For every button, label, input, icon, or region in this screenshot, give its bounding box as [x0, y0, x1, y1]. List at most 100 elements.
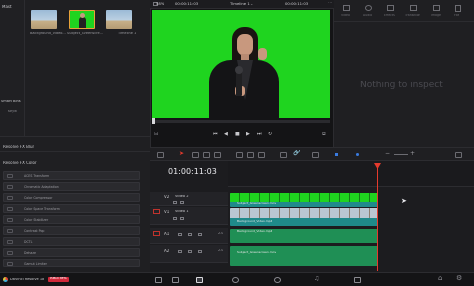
track-header-v1[interactable]: V1 Video 1 — [150, 207, 228, 225]
edit-page-icon[interactable] — [196, 277, 203, 283]
fx-item[interactable]: DCTL — [3, 237, 140, 246]
viewer-frame[interactable] — [152, 10, 330, 118]
timeline-thumbnail[interactable] — [106, 10, 132, 29]
track-header-a2[interactable]: A2 2.0 — [150, 245, 228, 263]
fx-item[interactable]: Color Space Transform — [3, 204, 140, 213]
jump-start-icon[interactable]: ⏮ — [213, 132, 218, 137]
mouse-cursor-icon: ➤ — [401, 198, 407, 205]
program-timecode: 00:00:11:03 — [285, 2, 309, 6]
timeline-view-icon[interactable] — [157, 152, 164, 158]
tab-effects-icon[interactable] — [387, 5, 394, 11]
auto-select-icon[interactable] — [180, 217, 184, 220]
timeline-ruler[interactable] — [228, 161, 474, 187]
link-icon[interactable]: 🔗 — [293, 150, 300, 156]
snapping-icon[interactable] — [280, 152, 287, 158]
timeline-options-icon[interactable] — [455, 152, 462, 158]
solo-icon[interactable] — [188, 233, 192, 236]
position-lock-icon[interactable] — [312, 152, 319, 158]
playhead[interactable] — [377, 163, 378, 271]
fx-section-header[interactable]: Resolve FX Color — [3, 161, 37, 165]
timeline-name[interactable]: Timeline 1 — [230, 2, 250, 6]
media-page-icon[interactable] — [155, 277, 162, 283]
viewer-scrubber[interactable] — [152, 120, 330, 123]
smart-bin-keywords[interactable]: Keyw — [8, 110, 17, 113]
fx-icon — [7, 240, 13, 244]
lock-icon[interactable] — [173, 201, 177, 204]
lock-icon[interactable] — [173, 217, 177, 220]
fx-item[interactable]: Chromatic Adaptation — [3, 182, 140, 191]
tab-audio[interactable]: Audio — [363, 14, 372, 17]
loop-icon[interactable]: ↻ — [268, 132, 272, 137]
viewer-zoom[interactable]: 58% — [156, 2, 164, 6]
audio-clip-a1[interactable]: Background_Video.mp4 — [230, 229, 378, 243]
color-page-icon[interactable] — [274, 277, 281, 283]
lock-icon[interactable] — [178, 233, 182, 236]
zoom-slider[interactable] — [394, 154, 408, 155]
tab-video-icon[interactable] — [343, 5, 350, 11]
deliver-page-icon[interactable] — [354, 277, 361, 283]
fx-item[interactable]: Color Stabilizer — [3, 215, 140, 224]
fx-icon — [7, 229, 13, 233]
tab-file-icon[interactable] — [455, 5, 461, 12]
fx-item[interactable]: Gamut Limiter — [3, 259, 140, 267]
audio-clip-a2[interactable]: Subject_Greenscreen.mov — [230, 246, 378, 266]
patch-icon[interactable] — [153, 209, 160, 214]
flag-color-icon[interactable] — [335, 153, 338, 156]
fx-category-header[interactable]: Resolve FX Blur — [3, 145, 34, 149]
fx-icon — [7, 174, 13, 178]
fx-item-label: Contrast Pop — [24, 229, 45, 233]
fx-item[interactable]: Color Compressor — [3, 193, 140, 202]
solo-icon[interactable] — [188, 250, 192, 253]
video-clip-v1[interactable]: Background_Video.mp4 — [230, 208, 378, 226]
media-clip-thumbnail[interactable] — [69, 10, 95, 29]
pointer-icon[interactable]: ➤ — [179, 151, 184, 157]
master-bin[interactable]: Mast — [2, 5, 12, 9]
zoom-out-icon[interactable]: − — [385, 151, 390, 157]
fx-item[interactable]: ACES Transform — [3, 171, 140, 180]
video-clip-v2[interactable]: Subject_Greenscreen.mov — [230, 193, 378, 207]
track-level: 2.0 — [218, 232, 224, 235]
mute-icon[interactable] — [198, 233, 202, 236]
fusion-page-icon[interactable] — [232, 277, 239, 283]
replace-clip-icon[interactable] — [258, 152, 265, 158]
fx-item[interactable]: Contrast Pop — [3, 226, 140, 235]
settings-gear-icon[interactable]: ⚙ — [456, 275, 462, 282]
cut-page-icon[interactable] — [172, 277, 179, 283]
tab-image-icon[interactable] — [433, 5, 440, 11]
chevron-down-icon[interactable]: ⌄ — [250, 2, 253, 6]
viewer-scrubber-handle[interactable] — [152, 118, 155, 124]
lock-icon[interactable] — [178, 250, 182, 253]
smart-bins-label[interactable]: Smart Bins — [1, 100, 21, 104]
tab-image[interactable]: Image — [431, 14, 441, 17]
insert-clip-icon[interactable] — [236, 152, 243, 158]
tab-transition-icon[interactable] — [410, 5, 417, 11]
blade-icon[interactable] — [214, 152, 221, 158]
auto-select-icon[interactable] — [180, 201, 184, 204]
marker-color-icon[interactable] — [356, 153, 359, 156]
play-reverse-icon[interactable]: ◀ — [224, 132, 228, 137]
tab-audio-icon[interactable] — [365, 5, 372, 11]
play-icon[interactable]: ▶ — [246, 132, 250, 137]
tab-effects[interactable]: Effects — [384, 14, 395, 17]
overwrite-clip-icon[interactable] — [247, 152, 254, 158]
patch-icon[interactable] — [153, 231, 160, 236]
dynamic-trim-icon[interactable] — [203, 152, 210, 158]
track-header-v2[interactable]: V2 Video 2 — [150, 192, 228, 206]
tab-video[interactable]: Video — [341, 14, 350, 17]
match-frame-icon[interactable]: ⧉ — [322, 132, 326, 137]
jump-end-icon[interactable]: ⏭ — [257, 132, 262, 137]
ruler-icon[interactable]: ⊟ — [154, 132, 158, 137]
zoom-in-icon[interactable]: + — [410, 151, 415, 157]
home-icon[interactable]: ⌂ — [438, 275, 442, 282]
tab-file[interactable]: File — [454, 14, 459, 17]
tab-transition[interactable]: Transition — [405, 14, 420, 17]
trim-tool-icon[interactable] — [192, 152, 199, 158]
viewer-options-icon[interactable]: ⋯ — [328, 1, 332, 5]
stop-icon[interactable]: ■ — [235, 132, 240, 137]
fx-icon — [7, 251, 13, 255]
track-header-a1[interactable]: A1 2.0 — [150, 228, 228, 244]
fx-item[interactable]: Dehaze — [3, 248, 140, 257]
fairlight-page-icon[interactable]: ♫ — [314, 276, 319, 282]
media-clip-thumbnail[interactable] — [31, 10, 57, 29]
mute-icon[interactable] — [198, 250, 202, 253]
